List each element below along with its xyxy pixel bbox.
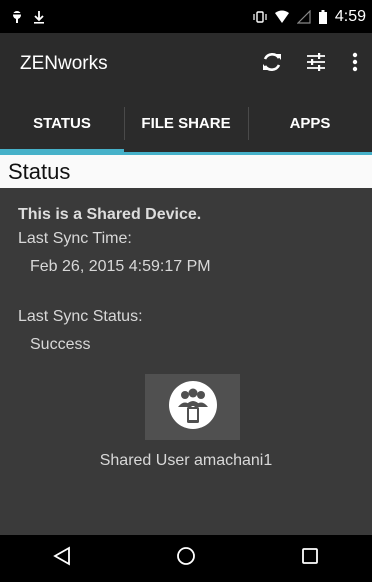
app-title: ZENworks xyxy=(20,53,108,74)
tab-apps[interactable]: APPS xyxy=(248,95,372,152)
overflow-menu-button[interactable] xyxy=(338,42,372,86)
last-sync-time-value: Feb 26, 2015 4:59:17 PM xyxy=(30,258,211,275)
app-actions xyxy=(250,42,372,86)
clock: 4:59 xyxy=(334,7,366,25)
sync-button[interactable] xyxy=(250,42,294,86)
notification-icon xyxy=(10,10,24,24)
battery-icon xyxy=(318,9,327,24)
shared-user-caption: Shared User amachani1 xyxy=(99,452,273,469)
status-bar-left xyxy=(10,10,46,24)
vibrate-icon xyxy=(253,10,267,24)
back-icon xyxy=(53,546,71,571)
home-icon xyxy=(176,546,196,571)
recents-button[interactable] xyxy=(280,535,340,582)
last-sync-time-label: Last Sync Time: xyxy=(18,230,132,247)
settings-button[interactable] xyxy=(294,42,338,86)
shared-device-notice: This is a Shared Device. xyxy=(18,206,202,223)
tab-status[interactable]: STATUS xyxy=(0,95,124,152)
back-button[interactable] xyxy=(32,535,92,582)
recents-icon xyxy=(301,547,319,570)
shared-user-tile[interactable] xyxy=(145,374,240,440)
sync-icon xyxy=(260,50,284,79)
tab-file-share[interactable]: FILE SHARE xyxy=(124,95,248,152)
status-bar: 4:59 xyxy=(0,0,372,33)
home-button[interactable] xyxy=(156,535,216,582)
settings-sliders-icon xyxy=(304,50,328,79)
status-bar-right: 4:59 xyxy=(253,8,366,26)
download-icon xyxy=(32,10,46,24)
section-title: Status xyxy=(0,152,372,188)
app-bar: ZENworks xyxy=(0,33,372,95)
wifi-icon xyxy=(274,10,289,24)
signal-icon xyxy=(296,9,311,24)
tab-bar: STATUS FILE SHARE APPS xyxy=(0,95,372,152)
overflow-menu-icon xyxy=(352,52,358,77)
system-nav-bar xyxy=(0,535,372,582)
last-sync-status-label: Last Sync Status: xyxy=(18,308,143,325)
last-sync-status-value: Success xyxy=(30,336,91,353)
shared-user-icon xyxy=(168,380,218,435)
